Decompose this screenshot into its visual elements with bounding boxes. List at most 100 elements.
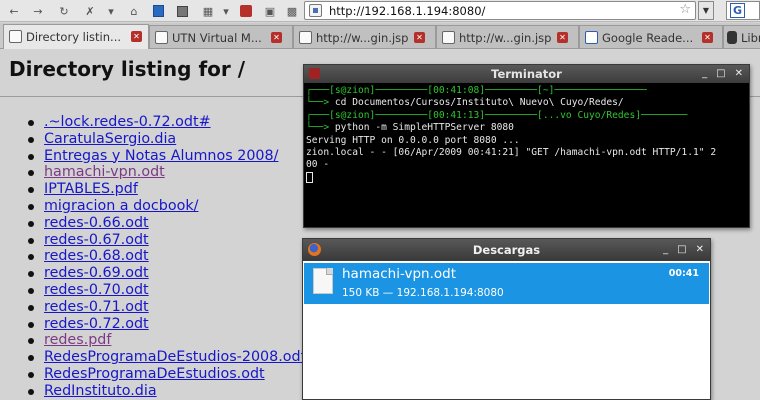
list-item: redes-0.70.odt xyxy=(28,282,306,299)
file-link[interactable]: redes-0.70.odt xyxy=(44,282,149,298)
list-item: redes-0.68.odt xyxy=(28,248,306,265)
file-link[interactable]: redes-0.72.odt xyxy=(44,316,149,332)
tab-login-jsp-1[interactable]: http://w...gin.jsp ✕ xyxy=(293,25,436,48)
chevron-down-icon[interactable]: ▾ xyxy=(218,3,234,19)
tab-close-icon[interactable]: ✕ xyxy=(131,31,142,42)
file-link[interactable]: IPTABLES.pdf xyxy=(44,181,138,197)
google-icon: G xyxy=(730,3,745,18)
maximize-icon[interactable]: □ xyxy=(716,65,725,83)
tab-close-icon[interactable]: ✕ xyxy=(702,32,713,43)
file-link[interactable]: CaratulaSergio.dia xyxy=(44,131,176,147)
page-title: Directory listing for / xyxy=(9,57,246,81)
tab-label: Google Reade... xyxy=(602,31,694,45)
terminal-output[interactable]: ┌───[s@zion]─────────[00:41:08]─────────… xyxy=(306,85,747,185)
file-link[interactable]: RedesProgramaDeEstudios-2008.odt xyxy=(44,349,306,365)
list-item: RedesProgramaDeEstudios-2008.odt xyxy=(28,349,306,366)
terminator-titlebar[interactable]: Terminator _ □ ✕ xyxy=(304,65,749,83)
file-link[interactable]: redes-0.68.odt xyxy=(44,248,149,264)
list-item: redes-0.71.odt xyxy=(28,299,306,316)
tab-bar: Directory listin... ✕ UTN Virtual M... ✕… xyxy=(0,23,760,49)
file-link[interactable]: redes-0.71.odt xyxy=(44,299,149,315)
tab-utn-virtual[interactable]: UTN Virtual M... ✕ xyxy=(149,25,293,48)
window-title: Terminator xyxy=(491,67,562,81)
terminal-cursor xyxy=(306,171,313,183)
navigation-toolbar: ← → ↻ ✗ ▾ ⌂ ▦ ▾ ▣ ▩ http://192.168.1.194… xyxy=(0,0,760,22)
file-link[interactable]: redes.pdf xyxy=(44,332,111,348)
file-link[interactable]: RedesProgramaDeEstudios.odt xyxy=(44,366,265,382)
tab-google-reader[interactable]: Google Reade... ✕ xyxy=(579,25,723,48)
list-item: redes-0.72.odt xyxy=(28,316,306,333)
minimize-icon[interactable]: _ xyxy=(663,239,668,257)
terminal-line: Serving HTTP on 0.0.0.0 port 8080 ... xyxy=(306,134,520,146)
tab-label: http://w...gin.jsp xyxy=(316,31,409,45)
list-item: RedesProgramaDeEstudios.odt xyxy=(28,366,306,383)
url-text[interactable]: http://192.168.1.194:8080/ xyxy=(329,4,485,18)
file-link[interactable]: redes-0.67.odt xyxy=(44,232,149,248)
page-icon xyxy=(442,31,455,44)
maximize-icon[interactable]: □ xyxy=(677,239,686,257)
home-icon[interactable]: ⌂ xyxy=(126,3,142,19)
list-item: Entregas y Notas Alumnos 2008/ xyxy=(28,148,306,165)
file-link[interactable]: redes-0.69.odt xyxy=(44,265,149,281)
stop-icon[interactable]: ✗ xyxy=(82,3,98,19)
bookmark-icon[interactable] xyxy=(150,3,166,19)
history-icon[interactable] xyxy=(174,3,190,19)
tab-label: Libre xyxy=(741,31,760,45)
screen-icon[interactable]: ▣ xyxy=(262,3,278,19)
url-bar[interactable]: http://192.168.1.194:8080/ ☆ xyxy=(304,1,696,20)
page-icon xyxy=(155,31,168,44)
file-link[interactable]: migracion a docbook/ xyxy=(44,198,198,214)
url-dropdown-button[interactable]: ▼ xyxy=(698,1,714,20)
list-item: IPTABLES.pdf xyxy=(28,181,306,198)
downloads-window[interactable]: Descargas _ □ ✕ hamachi-vpn.odt 150 KB —… xyxy=(302,238,711,400)
window-icon[interactable]: ▩ xyxy=(284,3,300,19)
search-engine-button[interactable]: G xyxy=(726,1,760,20)
back-icon[interactable]: ← xyxy=(6,3,22,19)
close-red-icon[interactable] xyxy=(238,3,254,19)
tab-login-jsp-2[interactable]: http://w...gin.jsp ✕ xyxy=(436,25,579,48)
download-filename: hamachi-vpn.odt xyxy=(342,266,457,282)
download-time: 00:41 xyxy=(668,268,699,279)
tab-close-icon[interactable]: ✕ xyxy=(414,32,425,43)
reload-icon[interactable]: ↻ xyxy=(56,3,72,19)
file-link[interactable]: RedInstituto.dia xyxy=(44,383,157,399)
terminal-command: python -m SimpleHTTPServer 8080 xyxy=(334,122,514,134)
terminator-icon xyxy=(309,68,320,79)
tab-libre[interactable]: Libre xyxy=(723,25,760,48)
list-item: redes.pdf xyxy=(28,332,306,349)
list-item: CaratulaSergio.dia xyxy=(28,131,306,148)
file-link[interactable]: hamachi-vpn.odt xyxy=(44,164,165,180)
list-item: .~lock.redes-0.72.odt# xyxy=(28,114,306,131)
star-icon[interactable]: ☆ xyxy=(679,2,691,17)
site-favicon-icon xyxy=(309,4,322,17)
google-icon xyxy=(585,31,598,44)
file-list: .~lock.redes-0.72.odt# CaratulaSergio.dia… xyxy=(28,114,306,400)
file-link[interactable]: redes-0.66.odt xyxy=(44,215,149,231)
file-link[interactable]: .~lock.redes-0.72.odt# xyxy=(44,114,211,130)
download-item[interactable]: hamachi-vpn.odt 150 KB — 192.168.1.194:8… xyxy=(304,263,709,304)
downloads-titlebar[interactable]: Descargas _ □ ✕ xyxy=(303,239,710,261)
file-link[interactable]: Entregas y Notas Alumnos 2008/ xyxy=(44,148,278,164)
terminal-prompt: [s@zion]─────────[00:41:08]─────────[~] xyxy=(329,85,555,96)
terminal-prompt: [s@zion]─────────[00:41:13]─────────[...… xyxy=(329,109,642,121)
forward-icon[interactable]: → xyxy=(30,3,46,19)
terminator-window[interactable]: Terminator _ □ ✕ ┌───[s@zion]─────────[0… xyxy=(303,64,750,228)
dropdown-icon[interactable]: ▾ xyxy=(103,3,119,19)
firefox-icon xyxy=(308,243,321,256)
download-status: 150 KB — 192.168.1.194:8080 xyxy=(342,287,504,299)
list-item: hamachi-vpn.odt xyxy=(28,164,306,181)
terminal-command: cd Documentos/Cursos/Instituto\ Nuevo\ C… xyxy=(334,97,624,109)
close-icon[interactable]: ✕ xyxy=(696,239,704,257)
apps-icon[interactable]: ▦ xyxy=(200,3,216,19)
close-icon[interactable]: ✕ xyxy=(735,65,743,83)
file-icon xyxy=(313,268,333,294)
page-icon xyxy=(299,31,312,44)
tab-close-icon[interactable]: ✕ xyxy=(557,32,568,43)
tab-label: UTN Virtual M... xyxy=(172,31,262,45)
tab-close-icon[interactable]: ✕ xyxy=(271,32,282,43)
terminal-line: zion.local - - [06/Apr/2009 00:41:21] "G… xyxy=(306,147,717,159)
tab-directory-listing[interactable]: Directory listin... ✕ xyxy=(3,24,149,49)
window-title: Descargas xyxy=(472,243,541,257)
list-item: redes-0.67.odt xyxy=(28,232,306,249)
minimize-icon[interactable]: _ xyxy=(702,65,707,83)
